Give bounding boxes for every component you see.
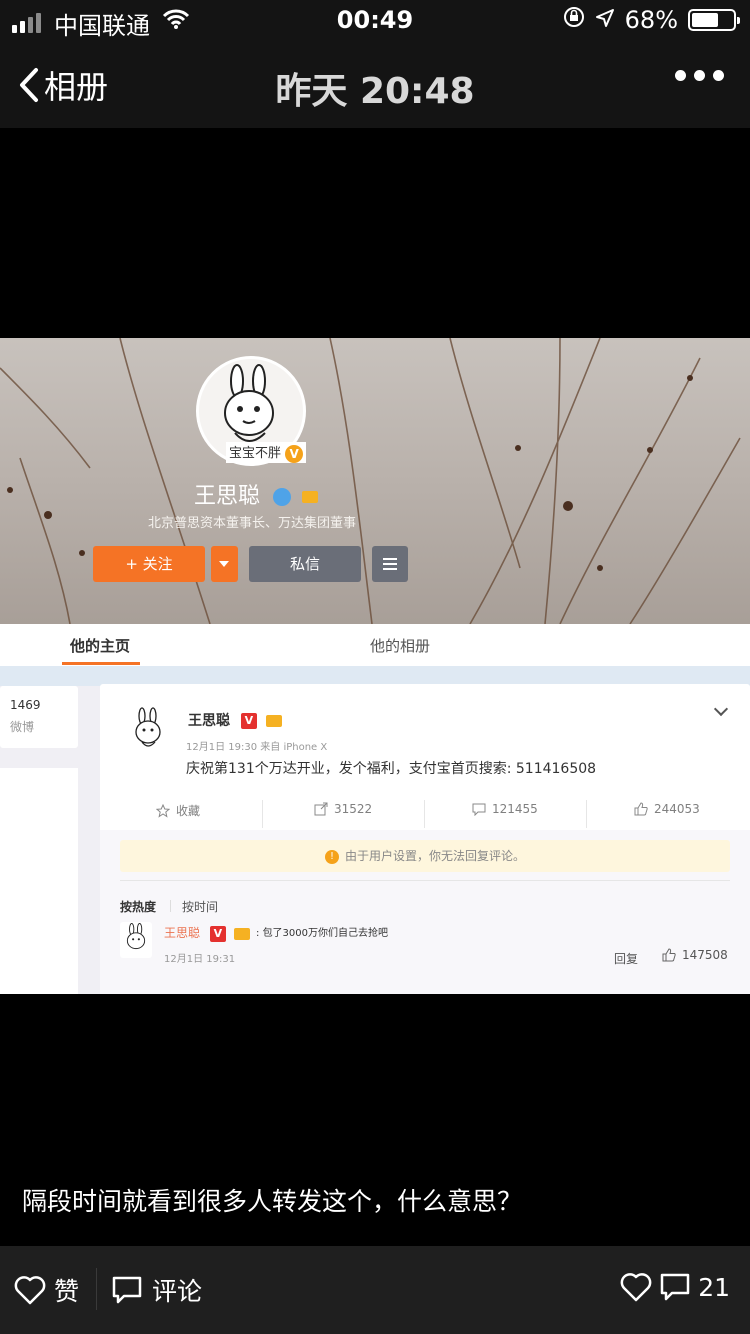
chevron-left-icon [20, 68, 38, 102]
profile-tabs: 他的主页 他的相册 [0, 624, 750, 666]
share-icon [314, 802, 328, 816]
tab-album[interactable]: 他的相册 [370, 635, 430, 656]
weibo-label: 微博 [10, 720, 35, 734]
follow-button[interactable]: + 关注 [93, 546, 205, 582]
weibo-count: 1469 [10, 698, 41, 712]
heart-icon [620, 1273, 652, 1302]
sort-divider [170, 900, 171, 912]
action-divider [262, 800, 263, 828]
back-label: 相册 [44, 68, 109, 106]
page-title: 昨天 20:48 [275, 71, 475, 112]
comments-panel: ! 由于用户设置，你无法回复评论。 按热度 按时间 王思聪 V : 包了3000万… [100, 830, 750, 994]
repost-button[interactable]: 31522 [314, 802, 372, 816]
comment-count: 21 [698, 1272, 730, 1302]
profile-name: 王思聪 [194, 478, 319, 510]
post-caption: 隔段时间就看到很多人转发这个，什么意思？ [22, 1187, 523, 1216]
nav-bar: 相册 昨天 20:48 [0, 40, 750, 128]
status-right: 68% [563, 6, 740, 34]
bottom-toolbar: 赞 评论 21 [0, 1246, 750, 1334]
more-button[interactable] [675, 70, 724, 81]
crown-icon [233, 927, 250, 940]
crown-icon [302, 491, 319, 503]
post-actions: 收藏 31522 121455 244053 [100, 796, 750, 828]
follow-dropdown-button[interactable] [211, 546, 238, 582]
comment-icon [472, 803, 486, 816]
status-bar: 中国联通 00:49 68% [0, 0, 750, 40]
comment-button[interactable]: 121455 [472, 802, 538, 816]
post-text: 庆祝第131个万达开业，发个福利，支付宝首页搜索: 511416508 [186, 761, 597, 777]
orientation-lock-icon [563, 6, 585, 34]
message-button[interactable]: 私信 [249, 546, 361, 582]
verified-v-icon: V [209, 925, 226, 942]
stats-card: 1469 微博 [0, 686, 78, 748]
like-button[interactable]: 244053 [634, 802, 700, 816]
comment-like-button[interactable]: 147508 [662, 948, 728, 962]
post-photo[interactable]: 宝宝不胖 V 王思聪 北京普思资本董事长、万达集团董事 + 关注 私信 他的主页… [0, 338, 750, 994]
sort-by-time[interactable]: 按时间 [182, 898, 218, 915]
thumbs-up-icon [634, 802, 648, 816]
heart-icon [14, 1276, 46, 1305]
chevron-down-icon[interactable] [713, 701, 729, 717]
profile-subtitle: 北京普思资本董事长、万达集团董事 [148, 516, 357, 531]
profile-banner: 宝宝不胖 V 王思聪 北京普思资本董事长、万达集团董事 + 关注 私信 [0, 338, 750, 624]
location-icon [595, 6, 615, 34]
active-tab-indicator [62, 662, 140, 665]
action-divider [586, 800, 587, 828]
thumbs-up-icon [662, 948, 676, 962]
weibo-post: 王思聪 V 12月1日 19:30 来自 iPhone X 庆祝第131个万达开… [100, 684, 750, 994]
side-card [0, 768, 78, 994]
comment-notice: ! 由于用户设置，你无法回复评论。 [120, 840, 730, 872]
verified-v-icon: V [240, 713, 257, 729]
action-divider [424, 800, 425, 828]
comment-icon [660, 1273, 690, 1301]
comment-text: : 包了3000万你们自己去抢吧 [256, 928, 389, 939]
likes-comments-summary[interactable]: 21 [620, 1272, 730, 1302]
post-author[interactable]: 王思聪 V [188, 710, 282, 730]
comment-author[interactable]: 王思聪 V [164, 924, 250, 942]
comment-icon [112, 1276, 142, 1304]
comment-time: 12月1日 19:31 [164, 954, 236, 965]
toolbar-divider [96, 1268, 97, 1310]
avatar-caption: 宝宝不胖 V [226, 442, 307, 463]
male-icon [273, 488, 292, 506]
like-button[interactable]: 赞 [14, 1272, 79, 1308]
back-button[interactable]: 相册 [18, 62, 108, 108]
post-avatar[interactable] [128, 706, 168, 756]
divider [120, 880, 730, 881]
reply-button[interactable]: 回复 [614, 950, 638, 967]
comment-avatar[interactable] [120, 922, 152, 958]
menu-button[interactable] [372, 546, 408, 582]
tab-home[interactable]: 他的主页 [70, 635, 130, 656]
post-meta: 12月1日 19:30 来自 iPhone X [186, 742, 328, 753]
warning-icon: ! [324, 849, 339, 864]
sort-by-hot[interactable]: 按热度 [120, 898, 156, 915]
star-icon [156, 803, 170, 818]
battery-percent: 68% [624, 6, 678, 34]
battery-icon [688, 9, 740, 31]
verified-icon: V [285, 444, 304, 463]
favorite-button[interactable]: 收藏 [156, 802, 200, 819]
crown-icon [265, 715, 282, 727]
divider-band [0, 666, 750, 686]
comment-button[interactable]: 评论 [112, 1272, 202, 1308]
